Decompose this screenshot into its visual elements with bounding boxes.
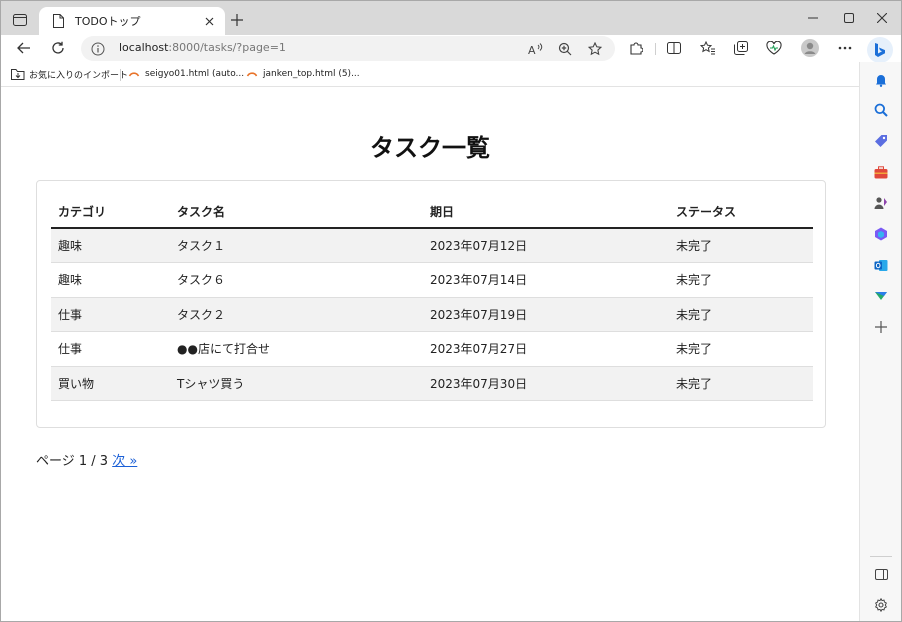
bing-copilot-icon[interactable] — [867, 37, 893, 63]
favorite-label: seigyo01.html (auto... — [145, 69, 245, 79]
tools-briefcase-icon[interactable] — [872, 163, 890, 181]
browser-window: TODOトップ localhost:8000/tasks/?page=1 A お… — [0, 0, 902, 622]
outlook-icon[interactable] — [872, 256, 890, 274]
cell-due-date: 2023年07月19日 — [423, 297, 669, 332]
cell-category: 趣味 — [51, 228, 170, 263]
cell-category: 仕事 — [51, 331, 170, 367]
favorite-star-icon[interactable] — [585, 39, 605, 59]
drop-send-icon[interactable] — [872, 287, 890, 305]
favorite-label: janken_top.html (5)... — [263, 69, 360, 79]
cell-task-name: タスク６ — [170, 262, 423, 298]
collections-icon[interactable] — [728, 36, 754, 60]
task-table: カテゴリ タスク名 期日 ステータス 趣味 タスク１ 2023年07月12日 未… — [51, 195, 813, 401]
url-text: localhost:8000/tasks/?page=1 — [119, 41, 286, 54]
cell-due-date: 2023年07月12日 — [423, 228, 669, 263]
table-row: 仕事 タスク２ 2023年07月19日 未完了 — [51, 297, 813, 332]
new-tab-icon[interactable] — [227, 10, 247, 30]
page-indicator: ページ 1 / 3 — [36, 454, 109, 469]
favorite-seigyo[interactable]: seigyo01.html (auto... — [127, 67, 244, 81]
profile-avatar[interactable] — [797, 36, 823, 60]
notifications-bell-icon[interactable] — [872, 71, 890, 89]
cell-category: 趣味 — [51, 262, 170, 298]
cell-status: 未完了 — [669, 297, 813, 332]
browser-toolbar: localhost:8000/tasks/?page=1 A — [1, 35, 901, 62]
split-screen-icon[interactable] — [661, 36, 687, 60]
cell-task-name: ●●店にて打合せ — [170, 331, 423, 367]
favorites-bar: お気に入りのインポート seigyo01.html (auto... janke… — [1, 62, 859, 87]
search-icon[interactable] — [872, 101, 890, 119]
loading-favicon-icon — [245, 67, 259, 81]
tab-strip: TODOトップ — [1, 1, 901, 35]
cell-due-date: 2023年07月30日 — [423, 366, 669, 401]
page-icon — [51, 13, 65, 29]
column-header-status: ステータス — [669, 195, 813, 229]
tab-actions-icon[interactable] — [9, 9, 31, 31]
cell-task-name: タスク１ — [170, 228, 423, 263]
games-icon[interactable] — [872, 194, 890, 212]
cell-task-name: Tシャツ買う — [170, 366, 423, 401]
cell-status: 未完了 — [669, 228, 813, 263]
table-row: 趣味 タスク６ 2023年07月14日 未完了 — [51, 262, 813, 298]
svg-text:A: A — [528, 44, 536, 56]
maximize-icon[interactable] — [834, 7, 864, 29]
column-header-due-date: 期日 — [423, 195, 669, 229]
column-header-category: カテゴリ — [51, 195, 170, 229]
next-page-link[interactable]: 次 » — [112, 454, 137, 469]
edge-sidebar — [859, 62, 901, 621]
shopping-tag-icon[interactable] — [872, 132, 890, 150]
settings-gear-icon[interactable] — [872, 596, 890, 614]
column-header-task-name: タスク名 — [170, 195, 423, 229]
more-options-icon[interactable] — [832, 36, 858, 60]
tab-title: TODOトップ — [75, 15, 141, 28]
cell-due-date: 2023年07月27日 — [423, 331, 669, 367]
cell-status: 未完了 — [669, 366, 813, 401]
back-icon[interactable] — [11, 36, 37, 60]
url-host: localhost — [119, 41, 169, 54]
url-path: :8000/tasks/?page=1 — [168, 41, 286, 54]
cell-category: 仕事 — [51, 297, 170, 332]
cell-due-date: 2023年07月14日 — [423, 262, 669, 298]
hide-sidebar-icon[interactable] — [872, 565, 890, 583]
favorite-label: お気に入りのインポート — [29, 70, 129, 81]
read-aloud-icon[interactable]: A — [525, 39, 545, 59]
cell-category: 買い物 — [51, 366, 170, 401]
favorite-janken[interactable]: janken_top.html (5)... — [245, 67, 360, 81]
sidebar-separator — [870, 556, 892, 557]
minimize-icon[interactable] — [798, 7, 828, 29]
cell-status: 未完了 — [669, 331, 813, 367]
cell-status: 未完了 — [669, 262, 813, 298]
import-favorites-icon — [11, 67, 25, 81]
favorites-separator — [120, 69, 121, 81]
cell-task-name: タスク２ — [170, 297, 423, 332]
table-row: 仕事 ●●店にて打合せ 2023年07月27日 未完了 — [51, 331, 813, 367]
address-bar[interactable]: localhost:8000/tasks/?page=1 A — [81, 36, 615, 61]
pagination: ページ 1 / 3 次 » — [36, 450, 137, 469]
extensions-icon[interactable] — [623, 36, 649, 60]
table-row: 趣味 タスク１ 2023年07月12日 未完了 — [51, 228, 813, 263]
loading-favicon-icon — [127, 67, 141, 81]
refresh-icon[interactable] — [45, 36, 71, 60]
table-header-row: カテゴリ タスク名 期日 ステータス — [51, 195, 813, 229]
add-sidebar-app-icon[interactable] — [872, 318, 890, 336]
tab-todo-top[interactable]: TODOトップ — [39, 7, 225, 35]
close-tab-icon[interactable] — [199, 11, 219, 31]
favorites-icon[interactable] — [695, 36, 721, 60]
microsoft-365-icon[interactable] — [872, 225, 890, 243]
browser-essentials-icon[interactable] — [761, 36, 787, 60]
zoom-icon[interactable] — [555, 39, 575, 59]
site-info-icon[interactable] — [91, 41, 105, 56]
close-window-icon[interactable] — [867, 7, 897, 29]
page-content: タスク一覧 カテゴリ タスク名 期日 ステータス 趣味 タスク１ 2023年07… — [1, 88, 859, 621]
toolbar-separator — [655, 43, 656, 55]
favorite-import[interactable]: お気に入りのインポート — [11, 67, 128, 81]
table-row: 買い物 Tシャツ買う 2023年07月30日 未完了 — [51, 366, 813, 401]
task-list-card: カテゴリ タスク名 期日 ステータス 趣味 タスク１ 2023年07月12日 未… — [36, 180, 826, 428]
page-title: タスク一覧 — [370, 134, 490, 162]
